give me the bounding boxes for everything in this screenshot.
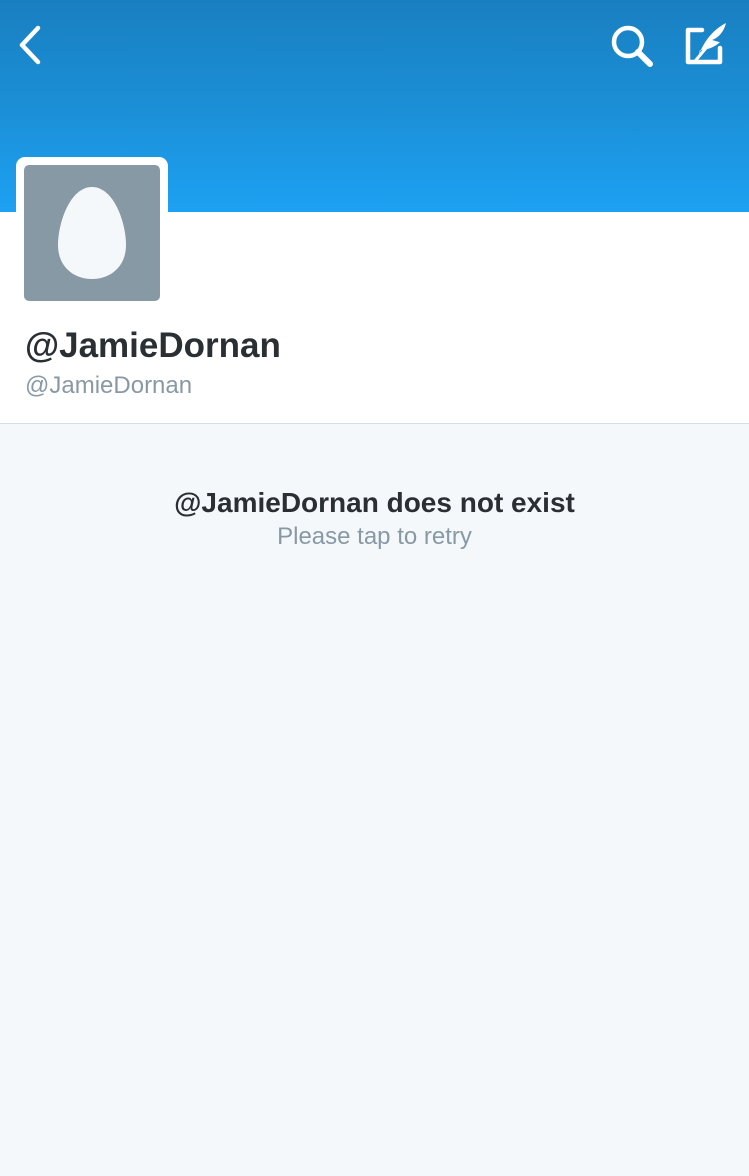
retry-hint: Please tap to retry (277, 523, 472, 550)
avatar-frame (16, 157, 168, 309)
profile-screen-name: @JamieDornan (25, 372, 193, 399)
error-title: @JamieDornan does not exist (174, 487, 575, 518)
profile-display-name: @JamieDornan (25, 326, 281, 365)
avatar[interactable] (24, 165, 160, 301)
retry-message[interactable]: @JamieDornan does not exist Please tap t… (0, 486, 749, 553)
compose-tweet-button[interactable] (680, 18, 734, 70)
profile-screen: @JamieDornan @JamieDornan @JamieDornan d… (0, 0, 749, 1176)
egg-icon (58, 187, 126, 279)
compose-tweet-icon (685, 23, 726, 65)
chevron-left-icon (19, 25, 41, 65)
search-icon (611, 25, 653, 67)
back-button[interactable] (14, 22, 54, 68)
search-button[interactable] (606, 20, 658, 72)
